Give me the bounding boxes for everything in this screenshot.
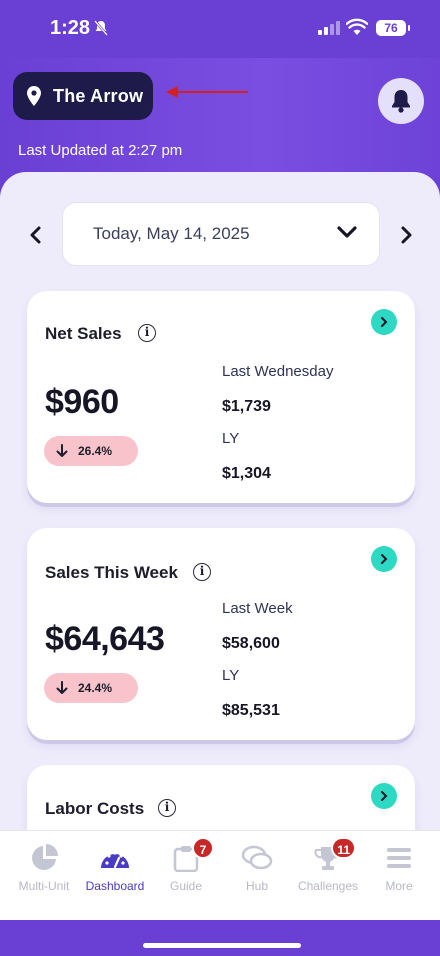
arrow-down-icon — [56, 681, 68, 694]
tab-more[interactable]: More — [359, 843, 439, 893]
gauge-icon — [97, 843, 133, 873]
battery-indicator: 76 — [376, 20, 410, 36]
card-title: Labor Costs — [45, 799, 145, 818]
info-icon[interactable]: i — [138, 324, 156, 342]
tab-multi-unit[interactable]: Multi-Unit — [4, 843, 84, 893]
last-updated-text: Last Updated at 2:27 pm — [18, 142, 183, 159]
comparison-value: $85,531 — [222, 702, 280, 719]
comparison-value: $58,600 — [222, 635, 280, 652]
notifications-button[interactable] — [378, 78, 424, 124]
tab-label: Challenges — [297, 879, 359, 893]
open-details-button[interactable] — [371, 783, 397, 809]
location-pin-icon — [27, 86, 41, 106]
date-dropdown[interactable]: Today, May 14, 2025 — [62, 202, 380, 266]
store-selector-button[interactable]: The Arrow — [13, 72, 153, 120]
date-navigation: Today, May 14, 2025 — [0, 202, 440, 268]
pie-chart-icon — [26, 843, 62, 873]
change-percent: 26.4% — [78, 444, 113, 458]
clipboard-icon: 7 — [168, 837, 214, 873]
tab-label: Dashboard — [85, 879, 145, 893]
dashboard-panel: Today, May 14, 2025 Net Sales i $960 26.… — [0, 172, 440, 862]
bell-icon — [392, 90, 410, 113]
change-badge: 24.4% — [44, 673, 138, 703]
tab-label: Guide — [169, 879, 203, 893]
previous-day-button[interactable] — [24, 223, 46, 247]
card-title: Sales This Week — [45, 563, 178, 582]
tab-dashboard[interactable]: Dashboard — [75, 843, 155, 893]
red-arrow-annotation — [166, 86, 248, 98]
comparison-label: Last Week — [222, 600, 293, 617]
bottom-tab-bar: Multi-Unit Dashboard 7 Guide Hub 11 Chal… — [0, 830, 440, 920]
next-day-button[interactable] — [396, 223, 418, 247]
store-name: The Arrow — [53, 85, 144, 106]
primary-value: $960 — [45, 383, 119, 421]
info-icon[interactable]: i — [193, 563, 211, 581]
chevron-right-icon — [401, 226, 412, 244]
chevron-right-icon — [381, 554, 388, 564]
chat-bubbles-icon — [239, 843, 275, 873]
menu-icon — [381, 843, 417, 873]
comparison-label: LY — [222, 430, 240, 447]
silent-mode-icon — [94, 20, 108, 39]
tab-label: Multi-Unit — [18, 879, 70, 893]
comparison-value: $1,739 — [222, 398, 271, 415]
chevron-right-icon — [381, 317, 388, 327]
net-sales-card[interactable]: Net Sales i $960 26.4% Last Wednesday $1… — [27, 291, 415, 503]
tab-label: Hub — [245, 879, 268, 893]
home-indicator-area — [0, 920, 440, 956]
arrow-down-icon — [56, 444, 68, 457]
primary-value: $64,643 — [45, 620, 165, 658]
open-details-button[interactable] — [371, 546, 397, 572]
info-icon[interactable]: i — [158, 799, 176, 817]
trophy-icon: 11 — [310, 837, 356, 873]
chevron-left-icon — [30, 226, 41, 244]
comparison-label: LY — [222, 667, 240, 684]
status-bar: 1:28 76 — [0, 0, 440, 58]
comparison-label: Last Wednesday — [222, 363, 334, 380]
chevron-down-icon — [337, 226, 357, 238]
change-badge: 26.4% — [44, 436, 138, 466]
tab-hub[interactable]: Hub — [217, 843, 297, 893]
comparison-value: $1,304 — [222, 465, 271, 482]
tab-guide[interactable]: 7 Guide — [146, 837, 226, 893]
tab-challenges[interactable]: 11 Challenges — [288, 837, 368, 893]
notification-badge: 11 — [331, 837, 356, 859]
status-time: 1:28 — [50, 17, 91, 39]
sales-this-week-card[interactable]: Sales This Week i $64,643 24.4% Last Wee… — [27, 528, 415, 740]
tab-label: More — [385, 879, 413, 893]
chevron-right-icon — [381, 791, 388, 801]
notification-badge: 7 — [192, 837, 214, 859]
wifi-icon — [346, 18, 368, 35]
open-details-button[interactable] — [371, 309, 397, 335]
home-indicator[interactable] — [143, 943, 301, 948]
card-title: Net Sales — [45, 324, 122, 343]
date-label: Today, May 14, 2025 — [93, 224, 250, 243]
cellular-signal-icon — [318, 21, 340, 35]
change-percent: 24.4% — [78, 681, 113, 695]
